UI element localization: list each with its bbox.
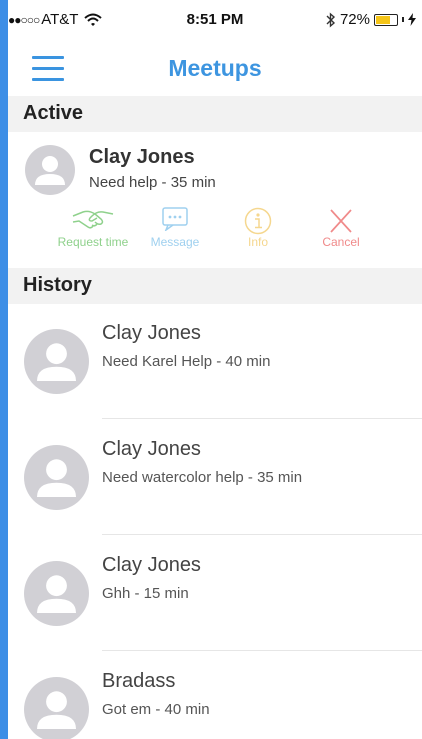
info-icon: [244, 207, 272, 235]
page-title: Meetups: [168, 55, 262, 81]
info-label: Info: [247, 235, 268, 249]
history-item-name: Clay Jones: [102, 322, 201, 344]
avatar: [25, 145, 75, 195]
battery-percent: 72%: [339, 11, 370, 28]
info-button[interactable]: Info: [213, 207, 303, 249]
user-avatar-icon: [37, 691, 76, 729]
avatar: [24, 677, 89, 739]
request-time-button[interactable]: Request time: [48, 207, 138, 249]
message-button[interactable]: Message: [130, 207, 220, 249]
active-meetup-name: Clay Jones: [89, 146, 195, 168]
close-icon: [330, 209, 352, 233]
message-label: Message: [150, 235, 200, 249]
history-item-name: Clay Jones: [102, 554, 201, 576]
charging-bolt-icon: [408, 13, 416, 26]
user-avatar-icon: [37, 575, 76, 613]
message-icon: [162, 207, 188, 231]
handshake-icon: [72, 210, 114, 229]
bluetooth-icon: [326, 11, 335, 28]
avatar: [24, 561, 89, 626]
history-item-subtitle: Need Karel Help - 40 min: [102, 353, 271, 370]
cancel-label: Cancel: [322, 235, 360, 249]
avatar: [24, 329, 89, 394]
history-item-name: Bradass: [102, 670, 176, 692]
nav-bar: Meetups: [8, 40, 422, 96]
user-avatar-icon: [37, 343, 76, 381]
avatar: [24, 445, 89, 510]
active-section-header: Active: [8, 96, 422, 132]
history-item-name: Clay Jones: [102, 438, 201, 460]
history-item-subtitle: Ghh - 15 min: [102, 585, 189, 602]
history-section-header: History: [8, 268, 422, 304]
active-meetup-subtitle: Need help - 35 min: [89, 174, 216, 191]
status-bar: ●●○○○ AT&T 8:51 PM 72%: [8, 0, 422, 40]
history-item-subtitle: Got em - 40 min: [102, 701, 210, 718]
cancel-button[interactable]: Cancel: [296, 207, 386, 249]
battery-icon: [374, 13, 398, 26]
battery-nub: [402, 17, 404, 22]
request-time-label: Request time: [57, 235, 129, 249]
history-item-subtitle: Need watercolor help - 35 min: [102, 469, 303, 486]
battery-level: [376, 15, 390, 24]
user-avatar-icon: [35, 156, 65, 185]
user-avatar-icon: [37, 459, 76, 497]
status-right: 72%: [326, 11, 416, 28]
app-screen: ●●○○○ AT&T 8:51 PM 72% Meetups Active Cl…: [8, 0, 422, 739]
